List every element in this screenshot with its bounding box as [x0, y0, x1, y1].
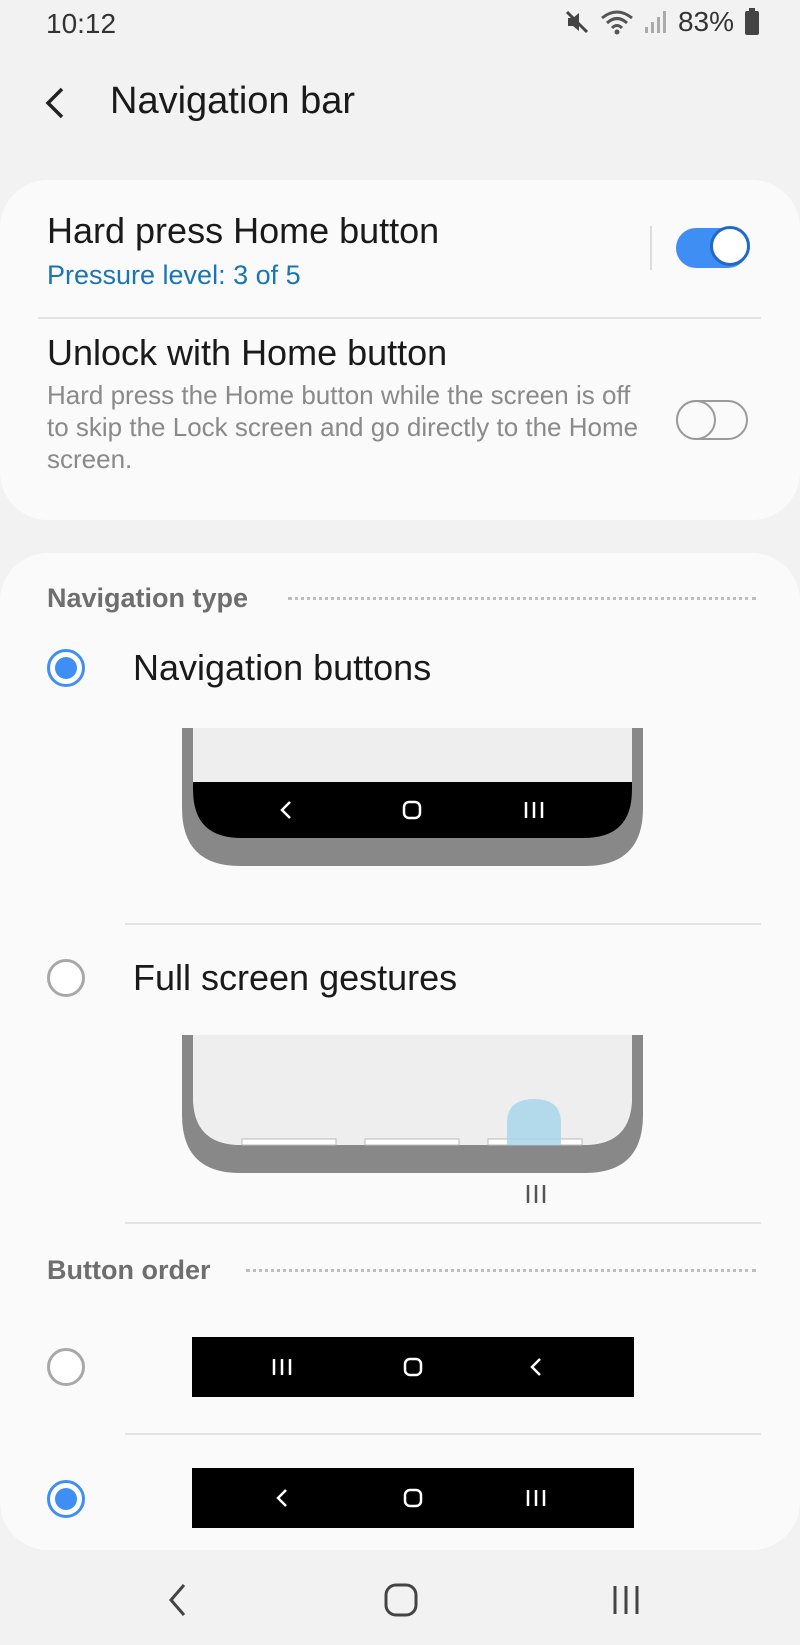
page-title: Navigation bar: [110, 80, 356, 122]
divider: [38, 317, 761, 319]
hard-press-title: Hard press Home button: [47, 210, 440, 251]
nav-buttons-preview: [182, 728, 643, 866]
home-icon: [383, 1337, 443, 1397]
system-recents-button[interactable]: [596, 1570, 656, 1630]
wifi-icon: [600, 9, 634, 35]
pressure-level-link[interactable]: Pressure level: 3 of 5: [47, 260, 301, 291]
recents-icon: [506, 1468, 566, 1528]
back-button[interactable]: [30, 78, 80, 128]
nav-buttons-label: Navigation buttons: [133, 647, 432, 688]
navigation-settings-card: Navigation type Navigation buttons Full …: [0, 553, 800, 1550]
battery-icon: [744, 8, 760, 36]
system-navigation-bar: [0, 1550, 800, 1645]
mute-icon: [564, 9, 590, 35]
gestures-preview: [182, 1035, 643, 1173]
button-order-option-2[interactable]: [0, 1435, 800, 1550]
system-back-button[interactable]: [147, 1570, 207, 1630]
button-order-preview-1: [192, 1337, 634, 1397]
status-time: 10:12: [46, 8, 117, 39]
home-icon: [383, 1468, 443, 1528]
button-order-radio-1[interactable]: [47, 1348, 85, 1386]
toggle-divider: [650, 226, 652, 270]
gestures-option[interactable]: Full screen gestures: [0, 925, 800, 1220]
hard-press-toggle[interactable]: [676, 226, 750, 268]
unlock-home-description: Hard press the Home button while the scr…: [47, 380, 639, 474]
back-icon: [506, 1337, 566, 1397]
recents-icon: [252, 1337, 312, 1397]
system-home-button[interactable]: [371, 1570, 431, 1630]
button-order-radio-2[interactable]: [47, 1480, 85, 1518]
section-dotted-line: [246, 1269, 756, 1272]
back-icon: [169, 1584, 186, 1616]
home-icon: [384, 1583, 418, 1617]
status-icons: 83%: [564, 6, 760, 38]
section-dotted-line: [288, 597, 756, 600]
nav-buttons-option[interactable]: Navigation buttons: [0, 613, 800, 913]
recents-hint-icon: [526, 1185, 546, 1203]
back-icon: [252, 1468, 312, 1528]
battery-percent: 83%: [677, 6, 734, 37]
app-header: Navigation bar: [0, 60, 800, 150]
home-button-settings-card: Hard press Home button Pressure level: 3…: [0, 180, 800, 520]
unlock-home-toggle[interactable]: [676, 400, 748, 440]
navigation-type-header: Navigation type: [47, 583, 249, 613]
nav-buttons-radio[interactable]: [47, 649, 85, 687]
back-arrow-icon: [45, 87, 64, 119]
button-order-header: Button order: [47, 1255, 211, 1285]
button-order-preview-2: [192, 1468, 634, 1528]
recents-icon: [613, 1586, 639, 1614]
signal-icon: [644, 9, 668, 35]
gestures-label: Full screen gestures: [133, 957, 458, 998]
gestures-radio[interactable]: [47, 959, 85, 997]
unlock-home-title: Unlock with Home button: [47, 332, 448, 373]
divider: [125, 1222, 761, 1224]
status-bar: 10:12 83%: [0, 0, 800, 48]
button-order-option-1[interactable]: [0, 1303, 800, 1433]
unlock-home-row[interactable]: Unlock with Home button Hard press the H…: [0, 320, 800, 515]
hard-press-row[interactable]: Hard press Home button Pressure level: 3…: [0, 180, 800, 318]
